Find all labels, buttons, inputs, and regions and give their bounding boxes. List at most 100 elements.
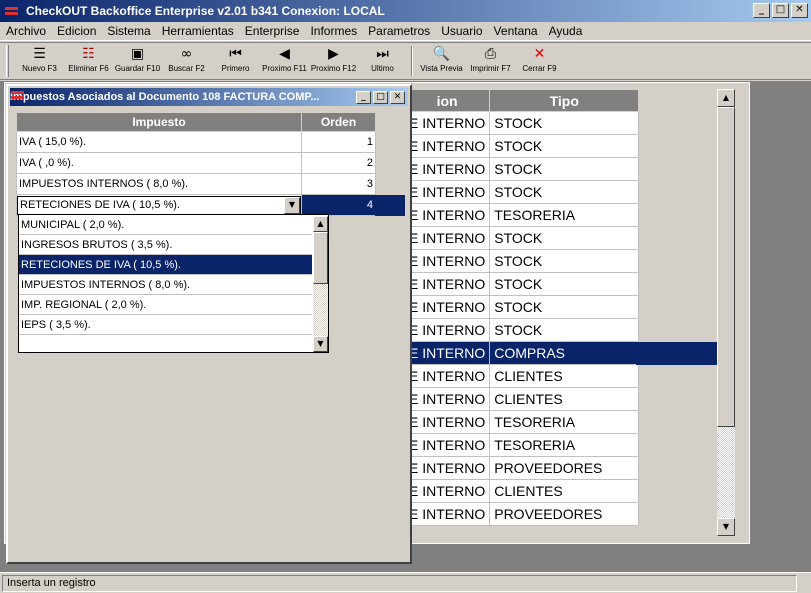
descripcion-cell[interactable]: E INTERNO: [403, 272, 491, 296]
table-row[interactable]: E INTERNO STOCK: [403, 249, 640, 273]
table-row[interactable]: E INTERNO CLIENTES: [403, 387, 640, 411]
column-header-descripcion[interactable]: ion: [403, 89, 491, 112]
table-row[interactable]: E INTERNO STOCK: [403, 318, 640, 342]
table-row[interactable]: E INTERNO TESORERIA: [403, 433, 640, 457]
new-button[interactable]: ☰ Nuevo F3: [15, 43, 64, 79]
impuesto-cell[interactable]: IVA ( ,0 %).: [16, 152, 302, 174]
descripcion-cell[interactable]: E INTERNO: [403, 226, 491, 250]
descripcion-cell[interactable]: E INTERNO: [403, 387, 491, 411]
dropdown-scroll-thumb[interactable]: [313, 232, 328, 284]
preview-button[interactable]: 🔍 Vista Previa: [417, 43, 466, 79]
column-header-impuesto[interactable]: Impuesto: [16, 112, 302, 132]
column-header-tipo[interactable]: Tipo: [489, 89, 640, 112]
tipo-cell[interactable]: CLIENTES: [489, 387, 640, 411]
descripcion-cell[interactable]: E INTERNO: [403, 364, 491, 388]
previous-button[interactable]: ◀ Proximo F11: [260, 43, 309, 79]
toolbar-grip[interactable]: [6, 45, 9, 77]
menu-archivo[interactable]: Archivo: [0, 24, 51, 38]
descripcion-cell[interactable]: E INTERNO: [403, 456, 491, 480]
scroll-down-button[interactable]: ▼: [717, 518, 735, 536]
tipo-cell[interactable]: CLIENTES: [489, 364, 640, 388]
table-row[interactable]: E INTERNO STOCK: [403, 111, 640, 135]
next-button[interactable]: ▶ Proximo F12: [309, 43, 358, 79]
impuesto-cell[interactable]: IVA ( 15,0 %).: [16, 131, 302, 153]
maximize-button[interactable]: □: [772, 3, 789, 18]
descripcion-cell[interactable]: E INTERNO: [403, 318, 491, 342]
dropdown-option-selected[interactable]: RETECIONES DE IVA ( 10,5 %).: [19, 255, 312, 275]
print-button[interactable]: ⎙ Imprimir F7: [466, 43, 515, 79]
descripcion-cell[interactable]: E INTERNO: [403, 410, 491, 434]
table-row[interactable]: IMPUESTOS INTERNOS ( 8,0 %). 3: [16, 173, 376, 195]
menu-usuario[interactable]: Usuario: [435, 24, 487, 38]
first-button[interactable]: ⏮ Primero: [211, 43, 260, 79]
tipo-cell[interactable]: STOCK: [489, 226, 640, 250]
grid-vertical-scrollbar[interactable]: ▲ ▼: [717, 89, 735, 536]
dropdown-option[interactable]: MUNICIPAL ( 2,0 %).: [19, 215, 312, 235]
table-row[interactable]: IVA ( ,0 %). 2: [16, 152, 376, 174]
search-button[interactable]: ∞ Buscar F2: [162, 43, 211, 79]
column-header-orden[interactable]: Orden: [301, 112, 376, 132]
tipo-cell[interactable]: STOCK: [489, 318, 640, 342]
dropdown-scroll-down-button[interactable]: ▼: [313, 336, 328, 352]
tipo-cell[interactable]: STOCK: [489, 180, 640, 204]
orden-cell[interactable]: 4: [301, 194, 376, 216]
descripcion-cell[interactable]: E INTERNO: [403, 341, 491, 365]
tipo-cell[interactable]: STOCK: [489, 157, 640, 181]
orden-cell[interactable]: 1: [301, 131, 376, 153]
scroll-thumb[interactable]: [717, 107, 735, 427]
dropdown-option[interactable]: INGRESOS BRUTOS ( 3,5 %).: [19, 235, 312, 255]
tipo-cell[interactable]: STOCK: [489, 134, 640, 158]
descripcion-cell[interactable]: E INTERNO: [403, 249, 491, 273]
descripcion-cell[interactable]: E INTERNO: [403, 295, 491, 319]
delete-button[interactable]: ☷ Eliminar F6: [64, 43, 113, 79]
table-row[interactable]: E INTERNO PROVEEDORES: [403, 456, 640, 480]
tipo-cell[interactable]: PROVEEDORES: [489, 456, 640, 480]
tipo-cell[interactable]: STOCK: [489, 111, 640, 135]
dialog-close-button[interactable]: ✕: [390, 91, 405, 104]
table-row[interactable]: E INTERNO CLIENTES: [403, 479, 640, 503]
orden-cell[interactable]: 2: [301, 152, 376, 174]
tipo-cell[interactable]: PROVEEDORES: [489, 502, 640, 526]
dropdown-scrollbar[interactable]: ▲ ▼: [313, 216, 328, 352]
descripcion-cell[interactable]: E INTERNO: [403, 433, 491, 457]
impuesto-dropdown-list[interactable]: MUNICIPAL ( 2,0 %). INGRESOS BRUTOS ( 3,…: [18, 214, 329, 353]
dialog-titlebar[interactable]: Impuestos Asociados al Documento 108 FAC…: [10, 88, 408, 106]
table-row[interactable]: E INTERNO STOCK: [403, 134, 640, 158]
minimize-button[interactable]: _: [753, 3, 770, 18]
tipo-cell[interactable]: STOCK: [489, 249, 640, 273]
menu-sistema[interactable]: Sistema: [101, 24, 155, 38]
table-row[interactable]: E INTERNO STOCK: [403, 295, 640, 319]
menu-edicion[interactable]: Edicion: [51, 24, 101, 38]
descripcion-cell[interactable]: E INTERNO: [403, 157, 491, 181]
descripcion-cell[interactable]: E INTERNO: [403, 180, 491, 204]
menu-ventana[interactable]: Ventana: [488, 24, 543, 38]
close-button[interactable]: ✕: [791, 3, 808, 18]
scroll-up-button[interactable]: ▲: [717, 89, 735, 107]
table-row[interactable]: E INTERNO TESORERIA: [403, 203, 640, 227]
table-row[interactable]: IVA ( 15,0 %). 1: [16, 131, 376, 153]
descripcion-cell[interactable]: E INTERNO: [403, 203, 491, 227]
dropdown-scroll-up-button[interactable]: ▲: [313, 216, 328, 232]
dialog-minimize-button[interactable]: _: [356, 91, 371, 104]
table-row[interactable]: E INTERNO STOCK: [403, 226, 640, 250]
table-row[interactable]: E INTERNO STOCK: [403, 180, 640, 204]
impuesto-cell[interactable]: IMPUESTOS INTERNOS ( 8,0 %).: [16, 173, 302, 195]
tipo-cell[interactable]: STOCK: [489, 295, 640, 319]
menu-informes[interactable]: Informes: [304, 24, 362, 38]
dropdown-option[interactable]: IMP. REGIONAL ( 2,0 %).: [19, 295, 312, 315]
dropdown-option[interactable]: IEPS ( 3,5 %).: [19, 315, 312, 335]
table-row-editing[interactable]: RETECIONES DE IVA ( 10,5 %). ▼ 4: [16, 194, 376, 216]
menu-ayuda[interactable]: Ayuda: [543, 24, 588, 38]
descripcion-cell[interactable]: E INTERNO: [403, 502, 491, 526]
table-row[interactable]: E INTERNO CLIENTES: [403, 364, 640, 388]
menu-herramientas[interactable]: Herramientas: [156, 24, 239, 38]
last-button[interactable]: ⏭ Ultimo: [358, 43, 407, 79]
tipo-cell[interactable]: COMPRAS: [489, 341, 640, 365]
table-row[interactable]: E INTERNO TESORERIA: [403, 410, 640, 434]
tipo-cell[interactable]: STOCK: [489, 272, 640, 296]
chevron-down-icon[interactable]: ▼: [284, 196, 300, 214]
tipo-cell[interactable]: TESORERIA: [489, 433, 640, 457]
table-row[interactable]: E INTERNO STOCK: [403, 157, 640, 181]
dropdown-option[interactable]: IMPUESTOS INTERNOS ( 8,0 %).: [19, 275, 312, 295]
descripcion-cell[interactable]: E INTERNO: [403, 111, 491, 135]
